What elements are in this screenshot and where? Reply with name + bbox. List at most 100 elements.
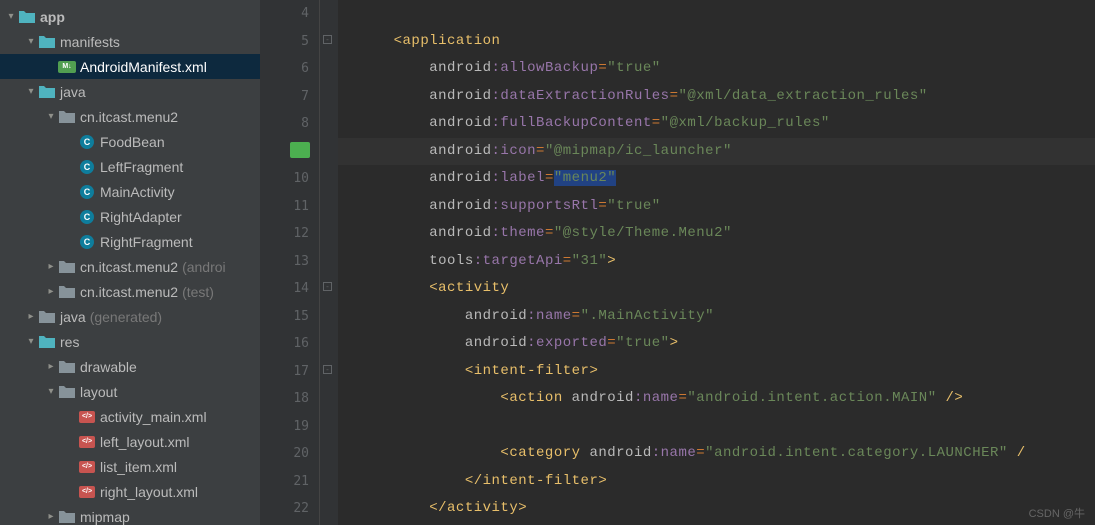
chevron-down-icon: ▾ bbox=[44, 385, 58, 399]
tree-package-androidtest[interactable]: ▸cn.itcast.menu2(androi bbox=[0, 254, 260, 279]
folder-icon bbox=[38, 34, 56, 50]
code-line: android:exported="true"> bbox=[338, 330, 1095, 358]
fold-toggle-icon[interactable]: - bbox=[323, 35, 332, 44]
tree-label: RightAdapter bbox=[100, 209, 182, 225]
watermark: CSDN @牛 bbox=[1029, 505, 1085, 521]
line-number: 5 bbox=[260, 28, 319, 56]
line-number: 15 bbox=[260, 303, 319, 331]
chevron-down-icon: ▾ bbox=[44, 110, 58, 124]
fold-toggle-icon[interactable]: - bbox=[323, 365, 332, 374]
line-number: 13 bbox=[260, 248, 319, 276]
package-icon bbox=[58, 284, 76, 300]
tree-label: app bbox=[40, 9, 65, 25]
tree-android-manifest[interactable]: M↓AndroidManifest.xml bbox=[0, 54, 260, 79]
tree-label: mipmap bbox=[80, 509, 130, 525]
tree-java-generated[interactable]: ▸java(generated) bbox=[0, 304, 260, 329]
package-icon bbox=[58, 259, 76, 275]
code-line: </intent-filter> bbox=[338, 468, 1095, 496]
tree-label: res bbox=[60, 334, 79, 350]
xml-icon: </> bbox=[78, 409, 96, 425]
tree-label-suffix: (test) bbox=[182, 284, 214, 300]
tree-label: LeftFragment bbox=[100, 159, 183, 175]
code-line: android:label="menu2" bbox=[338, 165, 1095, 193]
tree-label: cn.itcast.menu2 bbox=[80, 259, 178, 275]
folder-icon bbox=[38, 309, 56, 325]
tree-package[interactable]: ▾cn.itcast.menu2 bbox=[0, 104, 260, 129]
class-icon: C bbox=[78, 209, 96, 225]
line-number: 19 bbox=[260, 413, 319, 441]
folder-icon bbox=[38, 334, 56, 350]
class-icon: C bbox=[78, 234, 96, 250]
chevron-right-icon: ▸ bbox=[44, 360, 58, 374]
tree-java[interactable]: ▾ java bbox=[0, 79, 260, 104]
package-icon bbox=[58, 109, 76, 125]
line-number: 17 bbox=[260, 358, 319, 386]
tree-layout[interactable]: ▾ layout bbox=[0, 379, 260, 404]
tree-label: RightFragment bbox=[100, 234, 193, 250]
tree-label: MainActivity bbox=[100, 184, 175, 200]
line-number: 22 bbox=[260, 495, 319, 523]
fold-gutter: - - - bbox=[320, 0, 338, 525]
android-icon[interactable] bbox=[290, 142, 310, 158]
tree-label: layout bbox=[80, 384, 117, 400]
line-number: 16 bbox=[260, 330, 319, 358]
tree-xml-activity-main[interactable]: </>activity_main.xml bbox=[0, 404, 260, 429]
line-number: 12 bbox=[260, 220, 319, 248]
code-line: android:icon="@mipmap/ic_launcher" bbox=[338, 138, 1095, 166]
tree-class-foodbean[interactable]: CFoodBean bbox=[0, 129, 260, 154]
tree-label: manifests bbox=[60, 34, 120, 50]
manifest-icon: M↓ bbox=[58, 59, 76, 75]
tree-xml-left-layout[interactable]: </>left_layout.xml bbox=[0, 429, 260, 454]
code-line: android:fullBackupContent="@xml/backup_r… bbox=[338, 110, 1095, 138]
code-editor[interactable]: <application android:allowBackup="true" … bbox=[338, 0, 1095, 525]
folder-icon bbox=[58, 509, 76, 525]
code-line: <application bbox=[338, 28, 1095, 56]
tree-label: left_layout.xml bbox=[100, 434, 189, 450]
tree-label: activity_main.xml bbox=[100, 409, 207, 425]
tree-manifests[interactable]: ▾ manifests bbox=[0, 29, 260, 54]
chevron-right-icon: ▸ bbox=[44, 510, 58, 524]
project-tree[interactable]: ▾app ▾manifests M↓AndroidManifest.xml ▾j… bbox=[0, 0, 260, 525]
line-number: 14 bbox=[260, 275, 319, 303]
tree-xml-list-item[interactable]: </>list_item.xml bbox=[0, 454, 260, 479]
line-number: 6 bbox=[260, 55, 319, 83]
tree-label-suffix: (generated) bbox=[90, 309, 162, 325]
xml-icon: </> bbox=[78, 434, 96, 450]
tree-label: FoodBean bbox=[100, 134, 165, 150]
tree-label: java bbox=[60, 84, 86, 100]
line-number: 4 bbox=[260, 0, 319, 28]
tree-drawable[interactable]: ▸ drawable bbox=[0, 354, 260, 379]
chevron-right-icon: ▸ bbox=[44, 260, 58, 274]
line-number: 8 bbox=[260, 110, 319, 138]
tree-res[interactable]: ▾ res bbox=[0, 329, 260, 354]
tree-class-mainactivity[interactable]: CMainActivity bbox=[0, 179, 260, 204]
code-line: <category android:name="android.intent.c… bbox=[338, 440, 1095, 468]
tree-class-rightadapter[interactable]: CRightAdapter bbox=[0, 204, 260, 229]
tree-xml-right-layout[interactable]: </>right_layout.xml bbox=[0, 479, 260, 504]
line-number: 10 bbox=[260, 165, 319, 193]
code-line bbox=[338, 413, 1095, 441]
tree-label: drawable bbox=[80, 359, 137, 375]
fold-toggle-icon[interactable]: - bbox=[323, 282, 332, 291]
tree-class-leftfragment[interactable]: CLeftFragment bbox=[0, 154, 260, 179]
code-line: tools:targetApi="31"> bbox=[338, 248, 1095, 276]
chevron-down-icon: ▾ bbox=[24, 85, 38, 99]
xml-icon: </> bbox=[78, 484, 96, 500]
chevron-right-icon: ▸ bbox=[24, 310, 38, 324]
tree-mipmap[interactable]: ▸ mipmap bbox=[0, 504, 260, 525]
tree-package-test[interactable]: ▸cn.itcast.menu2(test) bbox=[0, 279, 260, 304]
tree-app[interactable]: ▾ app bbox=[0, 4, 260, 29]
line-number: 21 bbox=[260, 468, 319, 496]
code-line: <intent-filter> bbox=[338, 358, 1095, 386]
code-line: android:allowBackup="true" bbox=[338, 55, 1095, 83]
folder-icon bbox=[38, 84, 56, 100]
tree-class-rightfragment[interactable]: CRightFragment bbox=[0, 229, 260, 254]
chevron-down-icon: ▾ bbox=[24, 335, 38, 349]
code-line: android:name=".MainActivity" bbox=[338, 303, 1095, 331]
chevron-right-icon: ▸ bbox=[44, 285, 58, 299]
chevron-down-icon: ▾ bbox=[24, 35, 38, 49]
line-number: 20 bbox=[260, 440, 319, 468]
chevron-down-icon: ▾ bbox=[4, 10, 18, 24]
line-number: 7 bbox=[260, 83, 319, 111]
line-number: 18 bbox=[260, 385, 319, 413]
